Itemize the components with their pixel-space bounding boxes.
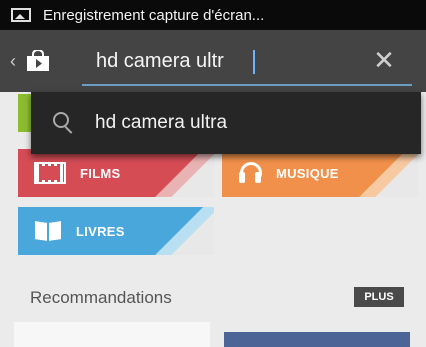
play-store-bag-icon[interactable] <box>26 49 50 72</box>
category-label: MUSIQUE <box>276 165 339 181</box>
headphones-icon <box>238 162 262 184</box>
close-icon[interactable]: ✕ <box>368 44 400 76</box>
more-button[interactable]: PLUS <box>354 287 404 307</box>
category-label: FILMS <box>80 165 121 181</box>
book-icon <box>34 220 62 242</box>
tile-stripe <box>358 149 418 197</box>
category-tile-livres[interactable]: LIVRES <box>18 207 214 255</box>
recommendation-card[interactable] <box>14 322 210 347</box>
action-bar: ‹ ✕ <box>0 30 426 92</box>
text-cursor <box>253 50 255 74</box>
category-tile-films[interactable]: FILMS <box>18 149 214 197</box>
suggestion-text: hd camera ultra <box>95 112 228 133</box>
search-suggestion-item[interactable]: hd camera ultra <box>31 92 421 154</box>
tile-stripe <box>154 207 214 255</box>
search-input[interactable] <box>96 48 356 74</box>
tile-stripe <box>154 149 214 197</box>
status-notification-text: Enregistrement capture d'écran... <box>43 6 265 24</box>
screenshot-icon <box>11 8 31 22</box>
film-icon <box>34 162 66 184</box>
category-label: LIVRES <box>76 223 125 239</box>
recommendations-title: Recommandations <box>30 288 172 307</box>
status-bar: Enregistrement capture d'écran... <box>0 0 426 30</box>
search-field[interactable]: ✕ <box>82 40 412 86</box>
category-tile-musique[interactable]: MUSIQUE <box>222 149 418 197</box>
search-icon <box>51 110 77 136</box>
chevron-left-icon[interactable]: ‹ <box>10 51 20 72</box>
recommendation-card[interactable] <box>224 332 410 347</box>
